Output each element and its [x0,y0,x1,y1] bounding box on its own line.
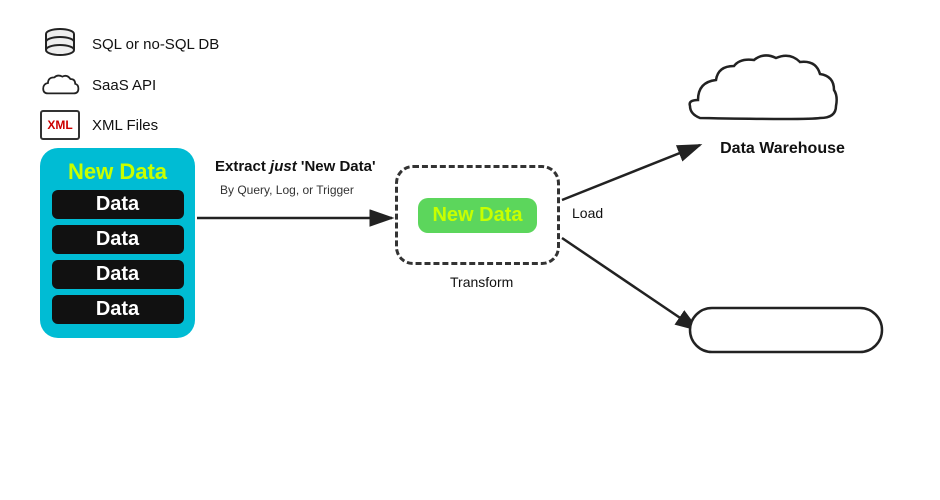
xml-box: XML [40,110,80,140]
source-box: New Data Data Data Data Data [40,148,195,338]
legend-item-db: SQL or no-SQL DB [40,28,219,60]
xml-icon: XML [40,110,80,140]
legend-label-saas: SaaS API [92,77,156,94]
transform-new-data-label: New Data [418,198,536,233]
legend-item-saas: SaaS API [40,70,219,100]
source-data-row-2: Data [52,225,184,254]
source-data-row-1: Data [52,190,184,219]
load-text: Load [572,205,603,221]
source-data-row-4: Data [52,295,184,324]
transform-box: New Data [395,165,560,265]
transform-text: Transform [450,274,513,290]
legend-item-xml: XML XML Files [40,110,219,140]
diagram-container: SQL or no-SQL DB SaaS API XML XML Files … [0,0,940,500]
data-consumer-label: Data Consumer #2 [700,325,832,342]
cloud-small-icon [40,70,80,100]
database-icon [40,28,80,60]
legend-label-db: SQL or no-SQL DB [92,36,219,53]
data-warehouse-label: Data Warehouse [695,140,870,158]
extract-label: Extract just 'New Data' [215,158,376,175]
source-new-data-label: New Data [68,160,167,184]
legend-label-xml: XML Files [92,117,158,134]
source-data-row-3: Data [52,260,184,289]
by-query-label: By Query, Log, or Trigger [220,183,354,197]
legend: SQL or no-SQL DB SaaS API XML XML Files [40,28,219,140]
